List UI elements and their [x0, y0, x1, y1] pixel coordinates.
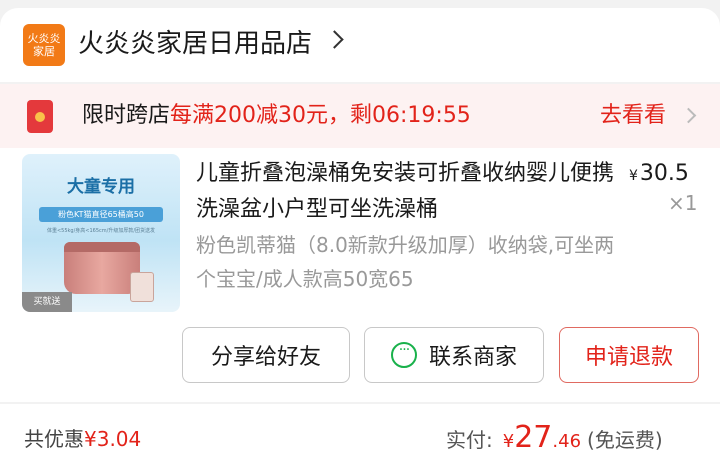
- paid-integer: 27: [514, 420, 553, 455]
- contact-seller-button[interactable]: 联系商家: [364, 327, 544, 383]
- store-logo-line2: 家居: [33, 45, 55, 58]
- thumbnail-note: 体重<55kg/身高<165cm/升级加厚款/团货送发: [46, 228, 156, 234]
- product-spec: 粉色凯蒂猫（8.0新款升级加厚）收纳袋,可坐两个宝宝/成人款高50宽65: [196, 233, 615, 291]
- thumbnail-title: 大童专用: [67, 177, 135, 197]
- paid-symbol: ¥: [502, 431, 515, 452]
- discount-value: ¥3.04: [84, 427, 142, 451]
- promo-view-link[interactable]: 去看看: [600, 100, 666, 132]
- share-button-label: 分享给好友: [210, 345, 321, 370]
- bathtub-image: [64, 242, 140, 294]
- discount-label: 共优惠: [24, 427, 84, 451]
- promo-label: 限时跨店: [82, 103, 171, 128]
- product-title[interactable]: 儿童折叠泡澡桶免安装可折叠收纳婴儿便携洗澡盆小户型可坐洗澡桶: [196, 156, 616, 228]
- product-quantity: ×1: [668, 191, 698, 215]
- refund-button-label: 申请退款: [584, 345, 673, 370]
- product-thumbnail[interactable]: 大童专用 粉色KT猫直径65桶高50 体重<55kg/身高<165cm/升级加厚…: [22, 154, 180, 312]
- price-value: 30.5: [639, 161, 689, 186]
- store-name-link[interactable]: 火炎炎家居日用品店: [78, 26, 312, 62]
- chat-icon: [390, 342, 417, 368]
- divider: [0, 402, 720, 404]
- paid-summary: 实付: ¥27.46 (免运费): [446, 418, 663, 462]
- paid-label: 实付:: [446, 428, 493, 452]
- shipping-note: (免运费): [587, 428, 663, 452]
- store-logo[interactable]: 火炎炎 家居: [23, 24, 65, 66]
- discount-summary: 共优惠¥3.04: [24, 424, 141, 454]
- refund-button[interactable]: 申请退款: [559, 327, 699, 383]
- red-packet-icon: [27, 100, 53, 133]
- share-button[interactable]: 分享给好友: [182, 327, 350, 383]
- promo-offer: 每满200减30元，剩06:19:55: [170, 103, 471, 128]
- contact-button-label: 联系商家: [428, 345, 517, 370]
- storage-bag-image: [130, 272, 154, 302]
- gift-tag: 买就送: [22, 292, 72, 312]
- thumbnail-subtitle: 粉色KT猫直径65桶高50: [39, 207, 163, 222]
- promo-text: 限时跨店每满200减30元，剩06:19:55: [82, 100, 471, 132]
- paid-decimal: .46: [552, 431, 582, 452]
- price-symbol: ¥: [629, 168, 638, 184]
- store-logo-line1: 火炎炎: [27, 32, 61, 45]
